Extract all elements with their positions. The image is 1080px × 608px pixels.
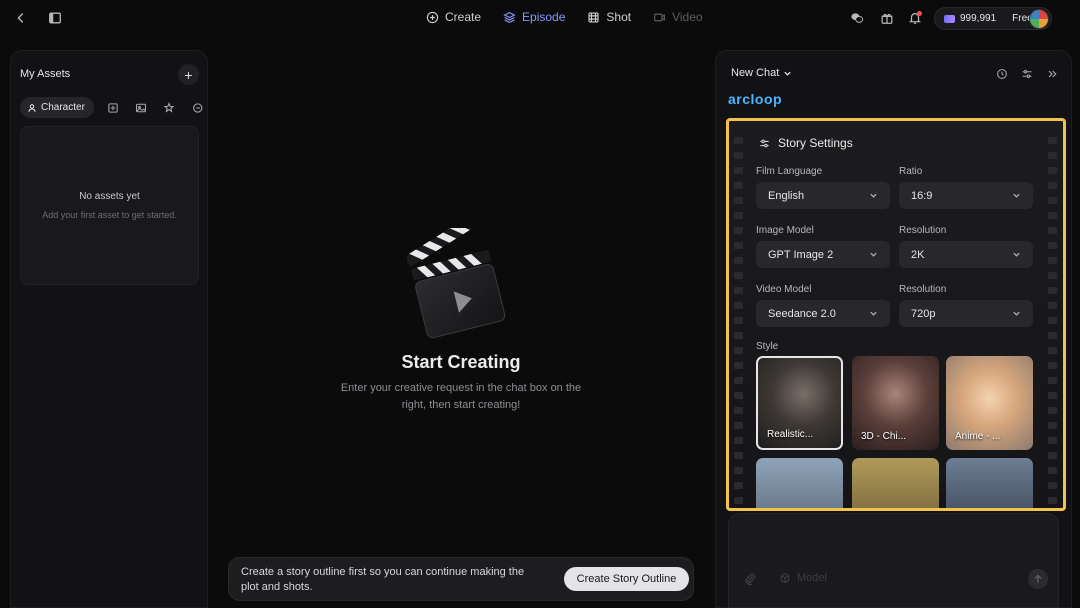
settings-sliders-icon[interactable] <box>1019 66 1034 81</box>
style-card-6[interactable] <box>946 458 1033 508</box>
model-placeholder: Model <box>797 572 827 584</box>
layers-icon <box>503 11 516 23</box>
tab-image-icon[interactable] <box>132 99 150 117</box>
arrow-up-icon <box>1034 574 1042 583</box>
ratio-value: 16:9 <box>911 189 933 202</box>
nav-create-label: Create <box>445 10 482 24</box>
film-language-value: English <box>768 189 805 202</box>
chat-input-box[interactable]: Model <box>728 513 1059 608</box>
attachment-icon[interactable] <box>743 572 757 586</box>
video-icon <box>654 13 666 21</box>
video-model-value: Seedance 2.0 <box>768 307 836 320</box>
video-model-select[interactable]: Seedance 2.0 <box>756 300 890 327</box>
video-model-label: Video Model <box>756 284 812 295</box>
tab-scene-icon[interactable] <box>104 99 122 117</box>
film-grid-icon <box>588 11 599 23</box>
chevron-down-icon <box>870 252 877 257</box>
ratio-label: Ratio <box>899 166 923 177</box>
person-icon <box>28 103 36 112</box>
start-creating-subtitle: Enter your creative request in the chat … <box>340 382 582 411</box>
bell-icon[interactable] <box>906 9 924 27</box>
story-settings-title: Story Settings <box>778 136 853 150</box>
tab-prop-icon[interactable] <box>160 99 178 117</box>
chevron-down-icon <box>784 71 791 76</box>
nav-create[interactable]: Create <box>426 10 481 24</box>
story-settings-card: Story Settings Film Language English Rat… <box>726 118 1066 511</box>
gift-icon[interactable] <box>878 9 896 27</box>
asset-tabs: Character <box>20 97 206 118</box>
model-selector[interactable]: Model <box>779 572 827 584</box>
chat-title: New Chat <box>731 67 780 79</box>
clapperboard-icon <box>407 228 506 339</box>
nav-video: Video <box>653 10 703 24</box>
style-card-anime[interactable]: Anime - ... <box>946 356 1033 450</box>
add-asset-button[interactable]: + <box>178 64 199 85</box>
film-language-label: Film Language <box>756 166 823 177</box>
style-card-3d-chinese[interactable]: 3D - Chi... <box>852 356 939 450</box>
tab-character-label: Character <box>41 102 85 113</box>
chat-toolbar <box>994 66 1059 81</box>
cube-icon <box>780 572 790 584</box>
image-resolution-label: Resolution <box>899 225 947 236</box>
back-icon[interactable] <box>12 9 30 27</box>
outline-prompt-bar: Create a story outline first so you can … <box>228 557 694 601</box>
style-card-label: 3D - Chi... <box>861 431 907 442</box>
credit-icon <box>944 14 955 23</box>
style-card-4[interactable] <box>756 458 843 508</box>
avatar[interactable] <box>1029 9 1049 29</box>
chevron-down-icon <box>1013 311 1020 316</box>
chevron-down-icon <box>1013 252 1020 257</box>
chevron-down-icon <box>870 311 877 316</box>
send-button[interactable] <box>1028 569 1048 589</box>
collapse-panel-icon[interactable] <box>1044 66 1059 81</box>
credit-amount: 999,991 <box>960 13 997 24</box>
assets-panel: My Assets + Character No assets yet Add … <box>10 50 208 608</box>
assets-title: My Assets <box>20 68 71 80</box>
style-card-realistic[interactable]: Realistic... <box>756 356 843 450</box>
video-resolution-select[interactable]: 720p <box>899 300 1033 327</box>
style-card-label: Realistic... <box>767 429 814 440</box>
image-resolution-value: 2K <box>911 248 925 261</box>
nav-video-label: Video <box>672 10 703 24</box>
arcloop-logo: arcloop <box>728 91 783 107</box>
style-card-label: Anime - ... <box>955 431 1001 442</box>
sidebar-toggle-icon[interactable] <box>46 9 64 27</box>
film-language-select[interactable]: English <box>756 182 890 209</box>
main-nav: Create Episode Shot Video <box>426 10 703 24</box>
video-resolution-label: Resolution <box>899 284 947 295</box>
sliders-icon <box>760 139 769 147</box>
story-settings-heading: Story Settings <box>759 136 853 150</box>
create-story-outline-button[interactable]: Create Story Outline <box>564 567 689 591</box>
style-label: Style <box>756 341 779 352</box>
empty-assets-box: No assets yet Add your first asset to ge… <box>20 126 199 285</box>
wechat-icon[interactable] <box>848 9 866 27</box>
image-model-select[interactable]: GPT Image 2 <box>756 241 890 268</box>
chevron-down-icon <box>1013 193 1020 198</box>
chat-title-dropdown[interactable]: New Chat <box>731 67 792 79</box>
history-icon[interactable] <box>994 66 1009 81</box>
top-bar: Create Episode Shot Video 999,991 Free <box>0 0 1080 36</box>
credits-pill[interactable]: 999,991 Free <box>934 7 1052 30</box>
film-strip-left <box>734 121 746 508</box>
nav-shot-label: Shot <box>606 10 632 24</box>
video-resolution-value: 720p <box>911 307 936 320</box>
nav-shot[interactable]: Shot <box>587 10 631 24</box>
nav-episode-label: Episode <box>522 10 566 24</box>
film-strip-right <box>1048 121 1060 508</box>
empty-subtitle: Add your first asset to get started. <box>42 210 177 220</box>
style-card-5[interactable] <box>852 458 939 508</box>
empty-title: No assets yet <box>79 191 140 202</box>
tab-character[interactable]: Character <box>20 97 94 118</box>
chevron-down-icon <box>870 193 877 198</box>
image-model-label: Image Model <box>756 225 814 236</box>
ratio-select[interactable]: 16:9 <box>899 182 1033 209</box>
plus-circle-icon <box>426 11 439 23</box>
start-creating-title: Start Creating <box>401 352 521 372</box>
image-resolution-select[interactable]: 2K <box>899 241 1033 268</box>
tab-more-icon[interactable] <box>188 99 206 117</box>
nav-episode[interactable]: Episode <box>503 10 565 24</box>
notification-dot <box>917 11 922 16</box>
outline-prompt-text: Create a story outline first so you can … <box>241 566 525 593</box>
image-model-value: GPT Image 2 <box>768 248 834 261</box>
